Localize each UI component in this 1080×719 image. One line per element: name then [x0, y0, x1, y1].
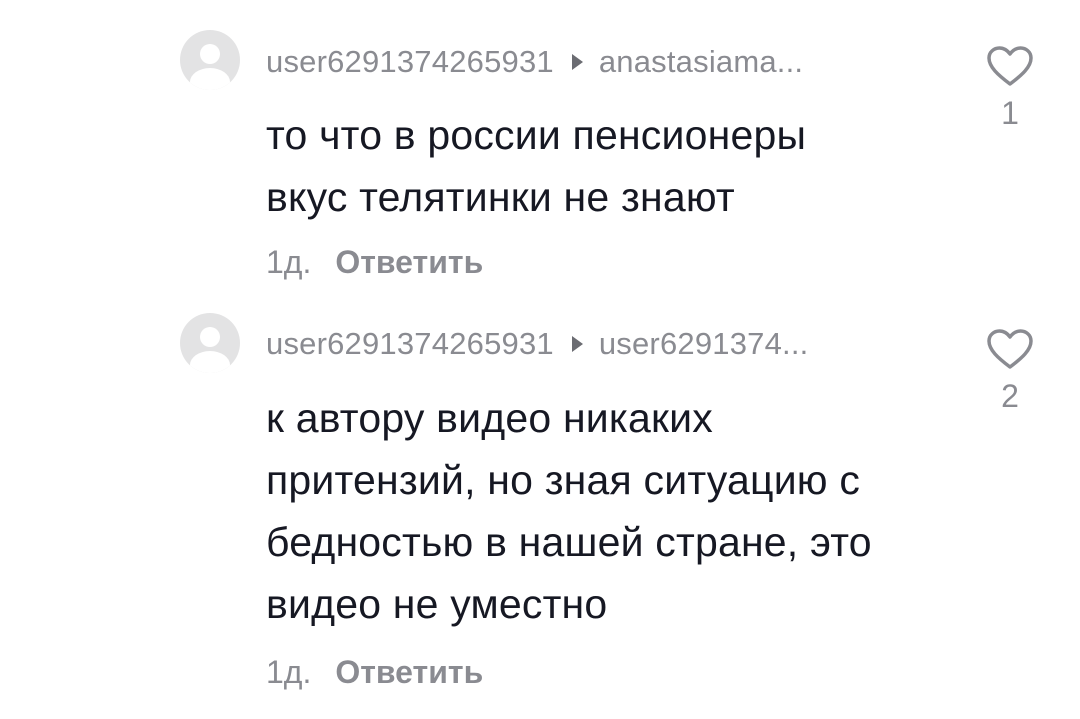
comment-text-line: видео не уместно	[266, 581, 608, 627]
reply-arrow-icon	[571, 54, 583, 70]
comment-text: к автору видео никаких притензий, но зна…	[266, 387, 946, 635]
comment-meta: 1д. Ответить	[266, 244, 483, 281]
avatar[interactable]	[180, 313, 240, 373]
comment-timestamp: 1д.	[266, 244, 312, 280]
comment-timestamp: 1д.	[266, 654, 312, 690]
like-control[interactable]: 1	[980, 45, 1040, 132]
reply-button[interactable]: Ответить	[335, 244, 483, 281]
like-control[interactable]: 2	[980, 328, 1040, 415]
comment-header: user6291374265931 user6291374...	[266, 326, 808, 362]
reply-to-user[interactable]: anastasiama...	[599, 44, 803, 80]
comment-author[interactable]: user6291374265931	[266, 44, 554, 80]
avatar[interactable]	[180, 30, 240, 90]
comment-text: то что в россии пенсионеры вкус телятинк…	[266, 104, 946, 228]
comment-header: user6291374265931 anastasiama...	[266, 44, 803, 80]
comment-text-line: то что в россии пенсионеры	[266, 112, 807, 158]
comment-author[interactable]: user6291374265931	[266, 326, 554, 362]
heart-outline-icon[interactable]	[986, 328, 1034, 370]
comment-text-line: вкус телятинки не знают	[266, 174, 735, 220]
reply-to-user[interactable]: user6291374...	[599, 326, 809, 362]
reply-button[interactable]: Ответить	[335, 654, 483, 691]
default-avatar-icon	[190, 44, 230, 90]
like-count: 1	[1001, 95, 1019, 131]
default-avatar-icon	[190, 327, 230, 373]
comment-meta: 1д. Ответить	[266, 654, 483, 691]
comment-text-line: бедностью в нашей стране, это	[266, 519, 872, 565]
comment-text-line: к автору видео никаких	[266, 395, 713, 441]
like-count: 2	[1001, 378, 1019, 414]
comment-text-line: притензий, но зная ситуацию с	[266, 457, 861, 503]
heart-outline-icon[interactable]	[986, 45, 1034, 87]
reply-arrow-icon	[571, 336, 583, 352]
